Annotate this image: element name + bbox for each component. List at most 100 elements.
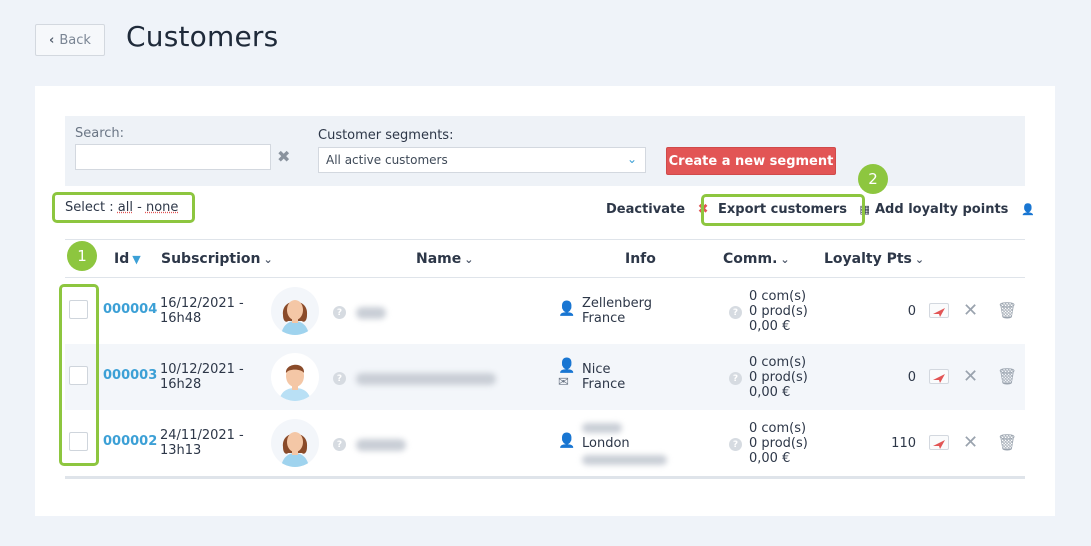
add-loyalty-points-button[interactable]: Add loyalty points 👤 bbox=[875, 202, 1035, 217]
help-icon[interactable]: ? bbox=[333, 306, 346, 319]
deactivate-icon[interactable]: ✕ bbox=[963, 366, 978, 387]
orders-total: 0,00 € bbox=[749, 319, 791, 334]
col-name[interactable]: Name ⌄ bbox=[416, 251, 473, 267]
subscription-date-line: 10/12/2021 - bbox=[160, 362, 244, 377]
sort-desc-icon: ▼ bbox=[132, 253, 141, 266]
orders-count: 0 com(s) bbox=[749, 289, 807, 304]
deactivate-icon[interactable]: ✕ bbox=[963, 300, 978, 321]
avatar bbox=[271, 419, 319, 467]
highlight-export-box bbox=[701, 194, 865, 226]
help-icon[interactable]: ? bbox=[729, 306, 742, 319]
orders-summary: 0 com(s) 0 prod(s) 0,00 € bbox=[749, 355, 808, 400]
info-redacted bbox=[582, 455, 667, 465]
orders-total: 0,00 € bbox=[749, 451, 791, 466]
search-input[interactable] bbox=[75, 144, 271, 170]
annotation-badge-2: 2 bbox=[858, 164, 888, 194]
subscription-date: 24/11/2021 -13h13 bbox=[160, 428, 244, 458]
deactivate-icon[interactable]: ✕ bbox=[963, 432, 978, 453]
page-title: Customers bbox=[126, 20, 279, 53]
highlight-select-box bbox=[52, 192, 195, 223]
info-redacted bbox=[582, 423, 622, 433]
trash-icon[interactable]: 🗑 bbox=[997, 367, 1017, 386]
sort-icon: ⌄ bbox=[464, 253, 474, 266]
customer-id-link[interactable]: 000003 bbox=[103, 368, 157, 383]
help-icon[interactable]: ? bbox=[729, 438, 742, 451]
annotation-badge-1: 1 bbox=[67, 241, 97, 271]
subscription-time-line: 16h28 bbox=[160, 377, 202, 392]
name-redacted bbox=[356, 307, 386, 319]
col-name-label: Name bbox=[416, 251, 462, 267]
help-icon[interactable]: ? bbox=[333, 438, 346, 451]
deactivate-button[interactable]: Deactivate ✖ bbox=[606, 202, 708, 217]
help-icon[interactable]: ? bbox=[729, 372, 742, 385]
deactivate-label: Deactivate bbox=[606, 202, 686, 217]
segments-value: All active customers bbox=[326, 153, 448, 167]
customer-info: Nice France bbox=[582, 362, 625, 392]
col-comm-label: Comm. bbox=[723, 251, 778, 267]
info-city: London bbox=[582, 436, 630, 451]
search-label: Search: bbox=[75, 126, 125, 141]
col-loyalty-label: Loyalty Pts bbox=[824, 251, 912, 267]
orders-summary: 0 com(s) 0 prod(s) 0,00 € bbox=[749, 289, 808, 334]
segments-select[interactable]: All active customers ⌄ bbox=[318, 147, 646, 173]
clear-search-icon[interactable]: ✖ bbox=[277, 147, 290, 167]
col-info: Info bbox=[625, 251, 656, 267]
customer-id-link[interactable]: 000004 bbox=[103, 302, 157, 317]
col-id-label: Id bbox=[114, 251, 130, 267]
name-redacted bbox=[356, 373, 496, 385]
subscription-date: 10/12/2021 -16h28 bbox=[160, 362, 244, 392]
chevron-left-icon: ‹ bbox=[49, 32, 55, 48]
name-redacted bbox=[356, 439, 406, 451]
trash-icon[interactable]: 🗑 bbox=[997, 301, 1017, 320]
person-icon: 👤 bbox=[558, 301, 576, 317]
subscription-time-line: 16h48 bbox=[160, 311, 202, 326]
table-bottom-border bbox=[65, 476, 1025, 479]
products-count: 0 prod(s) bbox=[749, 304, 808, 319]
help-icon[interactable]: ? bbox=[333, 372, 346, 385]
sort-icon: ⌄ bbox=[914, 253, 925, 266]
create-segment-button[interactable]: Create a new segment bbox=[666, 147, 836, 175]
trash-icon[interactable]: 🗑 bbox=[997, 433, 1017, 452]
back-button[interactable]: ‹ Back bbox=[35, 24, 105, 56]
avatar bbox=[271, 353, 319, 401]
info-country: France bbox=[582, 311, 626, 326]
send-icon[interactable] bbox=[929, 369, 949, 384]
orders-summary: 0 com(s) 0 prod(s) 0,00 € bbox=[749, 421, 808, 466]
orders-count: 0 com(s) bbox=[749, 355, 807, 370]
customer-id-link[interactable]: 000002 bbox=[103, 434, 157, 449]
products-count: 0 prod(s) bbox=[749, 370, 808, 385]
mail-icon: ✉ bbox=[558, 375, 569, 390]
subscription-date-line: 16/12/2021 - bbox=[160, 296, 244, 311]
sort-icon: ⌄ bbox=[780, 253, 790, 266]
user-icon: 👤 bbox=[1020, 203, 1035, 216]
col-id[interactable]: Id ▼ bbox=[114, 251, 141, 267]
loyalty-label: Add loyalty points bbox=[875, 202, 1009, 217]
loyalty-points: 110 bbox=[891, 436, 916, 451]
send-icon[interactable] bbox=[929, 435, 949, 450]
highlight-checkbox-column bbox=[59, 284, 99, 466]
loyalty-points: 0 bbox=[907, 370, 916, 385]
person-icon: 👤 bbox=[558, 433, 576, 449]
avatar bbox=[271, 287, 319, 335]
table-top-border bbox=[65, 239, 1025, 240]
send-icon[interactable] bbox=[929, 303, 949, 318]
back-label: Back bbox=[59, 32, 91, 48]
subscription-time-line: 13h13 bbox=[160, 443, 202, 458]
subscription-date-line: 24/11/2021 - bbox=[160, 428, 244, 443]
info-country: France bbox=[582, 377, 626, 392]
col-loyalty[interactable]: Loyalty Pts ⌄ bbox=[824, 251, 924, 267]
segments-label: Customer segments: bbox=[318, 128, 454, 143]
chevron-down-icon: ⌄ bbox=[626, 152, 637, 166]
orders-count: 0 com(s) bbox=[749, 421, 807, 436]
sort-icon: ⌄ bbox=[263, 253, 273, 266]
col-subscription[interactable]: Subscription ⌄ bbox=[161, 251, 273, 267]
col-subscription-label: Subscription bbox=[161, 251, 261, 267]
info-city: Zellenberg bbox=[582, 296, 652, 311]
subscription-date: 16/12/2021 -16h48 bbox=[160, 296, 244, 326]
loyalty-points: 0 bbox=[907, 304, 916, 319]
orders-total: 0,00 € bbox=[749, 385, 791, 400]
customer-info: Zellenberg France bbox=[582, 296, 652, 326]
col-comm[interactable]: Comm. ⌄ bbox=[723, 251, 790, 267]
person-icon: 👤 bbox=[558, 358, 576, 374]
products-count: 0 prod(s) bbox=[749, 436, 808, 451]
